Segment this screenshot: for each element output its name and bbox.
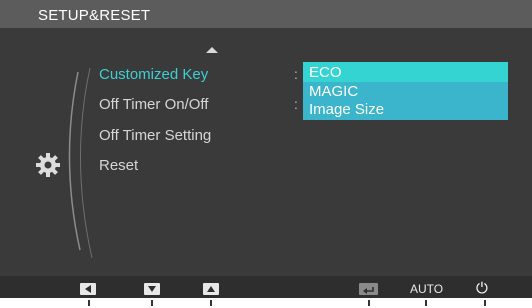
- left-button[interactable]: [80, 283, 96, 295]
- gear-icon: [36, 153, 60, 177]
- button-marker: [484, 300, 486, 306]
- left-arrow-icon: [85, 285, 91, 293]
- button-marker: [88, 300, 90, 306]
- menu-item-customized-key[interactable]: Customized Key: [99, 66, 208, 83]
- button-marker: [425, 300, 427, 306]
- menu-item-off-timer-onoff[interactable]: Off Timer On/Off: [99, 96, 208, 113]
- button-marker: [151, 300, 153, 306]
- option-eco[interactable]: ECO: [309, 64, 342, 81]
- button-marker: [368, 300, 370, 306]
- button-marker: [210, 300, 212, 306]
- power-icon[interactable]: ⏻: [476, 280, 488, 297]
- down-button[interactable]: [144, 283, 160, 295]
- submenu-options: ECO MAGIC Image Size: [303, 62, 508, 120]
- scroll-up-icon[interactable]: [206, 47, 218, 53]
- menu-arc-decoration: [68, 67, 93, 259]
- up-arrow-icon: [207, 286, 215, 292]
- up-button[interactable]: [203, 283, 219, 295]
- menu-item-reset[interactable]: Reset: [99, 157, 138, 174]
- osd-panel: SETUP&RESET Customized Key Off Timer On/…: [0, 0, 532, 298]
- option-magic[interactable]: MAGIC: [309, 83, 358, 100]
- value-separator: :: [294, 96, 298, 112]
- auto-button[interactable]: AUTO: [410, 282, 443, 296]
- value-separator: :: [294, 66, 298, 82]
- menu-item-off-timer-setting[interactable]: Off Timer Setting: [99, 127, 211, 144]
- enter-button[interactable]: [359, 283, 378, 295]
- option-image-size[interactable]: Image Size: [309, 101, 384, 118]
- down-arrow-icon: [148, 286, 156, 292]
- enter-icon: [363, 287, 374, 294]
